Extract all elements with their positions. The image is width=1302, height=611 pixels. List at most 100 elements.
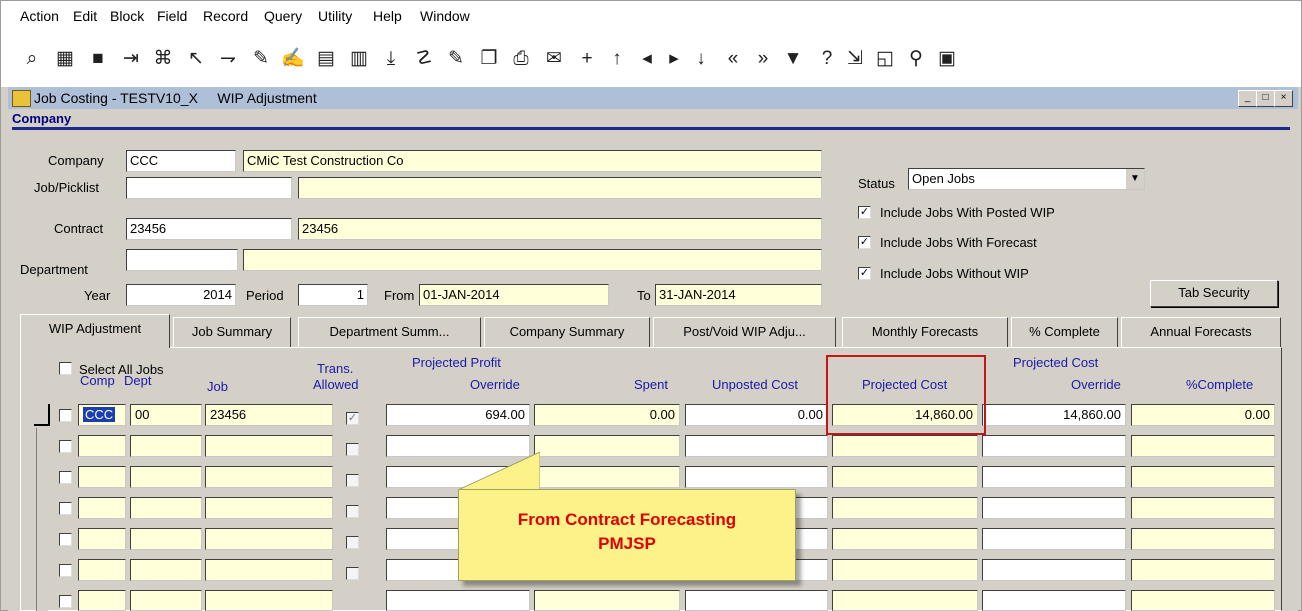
cell-projected-cost[interactable] bbox=[832, 559, 978, 581]
cell-comp[interactable] bbox=[78, 559, 126, 581]
cell-job[interactable] bbox=[205, 435, 333, 457]
cell-projected-cost-override[interactable] bbox=[982, 466, 1126, 488]
tab-percent-complete[interactable]: % Complete bbox=[1011, 317, 1118, 347]
printer-icon[interactable]: ⎙ bbox=[509, 47, 533, 71]
row-select-checkbox[interactable] bbox=[59, 471, 72, 484]
cell-comp[interactable] bbox=[78, 590, 126, 611]
tab-job-summary[interactable]: Job Summary bbox=[173, 317, 291, 347]
cell-projected-cost-override[interactable] bbox=[982, 435, 1126, 457]
menu-utility[interactable]: Utility bbox=[318, 8, 352, 24]
cell-trans-allowed-checkbox[interactable]: ✓ bbox=[346, 412, 359, 425]
cell-percent-complete[interactable] bbox=[1131, 497, 1275, 519]
menu-action[interactable]: Action bbox=[20, 8, 59, 24]
row-select-checkbox[interactable] bbox=[59, 409, 72, 422]
search-icon[interactable]: ⚲ bbox=[904, 47, 928, 71]
cell-comp[interactable] bbox=[78, 466, 126, 488]
list-values-icon[interactable]: ☡ bbox=[412, 47, 436, 71]
new-record-icon[interactable]: ✍ bbox=[281, 47, 305, 71]
cell-projected-cost[interactable] bbox=[832, 528, 978, 550]
cell-projected-cost[interactable] bbox=[832, 435, 978, 457]
cell-projected-profit[interactable] bbox=[386, 590, 530, 611]
cell-spent[interactable]: 0.00 bbox=[534, 404, 680, 426]
cell-job[interactable] bbox=[205, 497, 333, 519]
insert-record-icon[interactable]: ▤ bbox=[314, 47, 338, 71]
cell-comp[interactable]: CCC bbox=[78, 404, 126, 426]
cell-dept[interactable] bbox=[130, 497, 202, 519]
edit-icon[interactable]: ✎ bbox=[444, 47, 468, 71]
cell-projected-cost-override[interactable] bbox=[982, 528, 1126, 550]
chevron-down-icon[interactable]: ▼ bbox=[1125, 169, 1144, 189]
execute-query-icon[interactable]: ▦ bbox=[53, 47, 77, 71]
duplicate-down-icon[interactable]: ⤓ bbox=[379, 47, 403, 71]
row-select-checkbox[interactable] bbox=[59, 440, 72, 453]
first-icon[interactable]: « bbox=[721, 47, 745, 71]
save-icon[interactable]: ■ bbox=[86, 47, 110, 71]
tab-department-summary[interactable]: Department Summ... bbox=[298, 317, 481, 347]
filter-icon[interactable]: ▼ bbox=[781, 47, 805, 71]
cell-spent[interactable] bbox=[534, 590, 680, 611]
to-date-field[interactable]: 31-JAN-2014 bbox=[655, 284, 822, 306]
cell-projected-cost-override[interactable] bbox=[982, 590, 1126, 611]
cell-dept[interactable] bbox=[130, 559, 202, 581]
minimize-icon[interactable]: _ bbox=[1238, 90, 1257, 107]
tab-post-void-wip[interactable]: Post/Void WIP Adju... bbox=[653, 317, 836, 347]
contract-name-field[interactable]: 23456 bbox=[298, 218, 822, 240]
period-field[interactable]: 1 bbox=[298, 284, 368, 306]
cell-job[interactable] bbox=[205, 528, 333, 550]
remove-record-icon[interactable]: ▥ bbox=[347, 47, 371, 71]
cell-job[interactable]: 23456 bbox=[205, 404, 333, 426]
tab-wip-adjustment[interactable]: WIP Adjustment bbox=[20, 314, 170, 348]
cell-dept[interactable] bbox=[130, 466, 202, 488]
cell-percent-complete[interactable] bbox=[1131, 528, 1275, 550]
tab-security-button[interactable]: Tab Security bbox=[1150, 280, 1278, 307]
tab-annual-forecasts[interactable]: Annual Forecasts bbox=[1121, 317, 1281, 347]
cell-spent[interactable] bbox=[534, 466, 680, 488]
export-icon[interactable]: ⇲ bbox=[843, 47, 867, 71]
department-code-field[interactable] bbox=[126, 249, 238, 271]
cell-comp[interactable] bbox=[78, 497, 126, 519]
cell-projected-profit[interactable]: 694.00 bbox=[386, 404, 530, 426]
close-icon[interactable]: × bbox=[1274, 90, 1293, 107]
year-field[interactable]: 2014 bbox=[126, 284, 236, 306]
cell-dept[interactable] bbox=[130, 590, 202, 611]
enter-query-icon[interactable]: ⌕ bbox=[20, 47, 44, 71]
help-page-icon[interactable]: ✉ bbox=[542, 47, 566, 71]
from-date-field[interactable]: 01-JAN-2014 bbox=[419, 284, 609, 306]
cell-trans-allowed-checkbox[interactable] bbox=[346, 443, 359, 456]
cell-job[interactable] bbox=[205, 559, 333, 581]
clear-block-icon[interactable]: ⇁ bbox=[216, 47, 240, 71]
cell-spent[interactable] bbox=[534, 435, 680, 457]
include-without-checkbox[interactable]: ✓ bbox=[858, 267, 871, 280]
menu-field[interactable]: Field bbox=[157, 8, 187, 24]
row-select-checkbox[interactable] bbox=[59, 502, 72, 515]
report-icon[interactable]: ◱ bbox=[873, 47, 897, 71]
menu-window[interactable]: Window bbox=[420, 8, 470, 24]
include-forecast-checkbox[interactable]: ✓ bbox=[858, 236, 871, 249]
cell-percent-complete[interactable] bbox=[1131, 466, 1275, 488]
row-select-checkbox[interactable] bbox=[59, 533, 72, 546]
row-select-checkbox[interactable] bbox=[59, 595, 72, 608]
cell-percent-complete[interactable] bbox=[1131, 590, 1275, 611]
contract-code-field[interactable]: 23456 bbox=[126, 218, 292, 240]
cell-projected-cost[interactable] bbox=[832, 466, 978, 488]
clear-record-icon[interactable]: ✎ bbox=[249, 47, 273, 71]
cell-job[interactable] bbox=[205, 590, 333, 611]
department-name-field[interactable] bbox=[243, 249, 822, 271]
cell-projected-cost-override[interactable] bbox=[982, 497, 1126, 519]
row-select-checkbox[interactable] bbox=[59, 564, 72, 577]
cell-percent-complete[interactable]: 0.00 bbox=[1131, 404, 1275, 426]
cell-trans-allowed-checkbox[interactable] bbox=[346, 505, 359, 518]
up-arrow-icon[interactable]: ↑ bbox=[605, 47, 629, 71]
menu-query[interactable]: Query bbox=[264, 8, 302, 24]
prev-icon[interactable]: ◂ bbox=[635, 47, 659, 71]
cell-unposted-cost[interactable]: 0.00 bbox=[685, 404, 828, 426]
cell-trans-allowed-checkbox[interactable] bbox=[346, 567, 359, 580]
cell-unposted-cost[interactable] bbox=[685, 435, 828, 457]
company-code-field[interactable]: CCC bbox=[126, 150, 236, 172]
cell-unposted-cost[interactable] bbox=[685, 590, 828, 611]
job-code-field[interactable] bbox=[126, 177, 292, 199]
calculator-icon[interactable]: ▣ bbox=[935, 47, 959, 71]
cell-projected-cost-override[interactable] bbox=[982, 559, 1126, 581]
cell-trans-allowed-checkbox[interactable] bbox=[346, 536, 359, 549]
company-name-field[interactable]: CMiC Test Construction Co bbox=[243, 150, 822, 172]
